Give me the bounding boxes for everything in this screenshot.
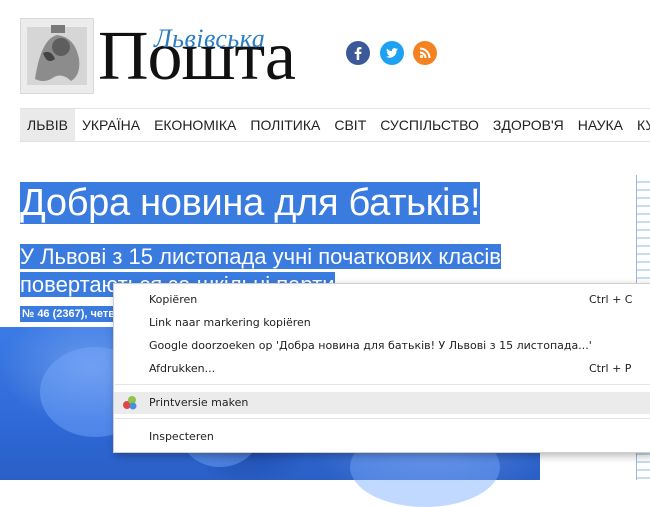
menu-item-copy-link[interactable]: Link naar markering kopiëren bbox=[114, 312, 650, 334]
menu-separator bbox=[115, 384, 650, 385]
menu-item-print[interactable]: Afdrukken... Ctrl + P bbox=[114, 358, 650, 380]
nav-item-culture[interactable]: КУЛЬ bbox=[630, 109, 650, 141]
nav-item-economics[interactable]: ЕКОНОМІКА bbox=[147, 109, 243, 141]
menu-item-inspect-label: Inspecteren bbox=[149, 430, 214, 443]
menu-item-inspect[interactable]: Inspecteren bbox=[114, 426, 650, 448]
twitter-icon[interactable] bbox=[380, 41, 404, 65]
menu-item-google-search-label: Google doorzoeken op 'Добра новина для б… bbox=[149, 339, 592, 352]
nav-item-lviv[interactable]: ЛЬВІВ bbox=[20, 109, 75, 141]
menu-item-copy-label: Kopiëren bbox=[149, 293, 198, 306]
print-friendly-extension-icon bbox=[122, 395, 138, 411]
menu-item-google-search[interactable]: Google doorzoeken op 'Добра новина для б… bbox=[114, 335, 650, 357]
menu-item-copy-link-label: Link naar markering kopiëren bbox=[149, 316, 311, 329]
facebook-icon[interactable] bbox=[346, 41, 370, 65]
main-nav: ЛЬВІВ УКРАЇНА ЕКОНОМІКА ПОЛІТИКА СВІТ СУ… bbox=[20, 108, 650, 142]
nav-item-ukraine[interactable]: УКРАЇНА bbox=[75, 109, 147, 141]
nav-item-politics[interactable]: ПОЛІТИКА bbox=[243, 109, 327, 141]
lion-crest-icon bbox=[27, 25, 87, 85]
nav-item-society[interactable]: СУСПІЛЬСТВО bbox=[373, 109, 486, 141]
nav-item-world[interactable]: СВІТ bbox=[327, 109, 373, 141]
menu-item-print-version-label: Printversie maken bbox=[149, 396, 249, 409]
menu-item-print-label: Afdrukken... bbox=[149, 362, 216, 375]
article-title: Добра новина для батьків! bbox=[20, 180, 481, 226]
menu-item-copy[interactable]: Kopiëren Ctrl + C bbox=[114, 289, 650, 311]
lion-emblem-logo[interactable] bbox=[20, 18, 94, 94]
context-menu: Kopiëren Ctrl + C Link naar markering ko… bbox=[113, 283, 650, 453]
nav-item-health[interactable]: ЗДОРОВ'Я bbox=[486, 109, 571, 141]
site-logo-subtitle[interactable]: Львівська bbox=[154, 24, 265, 54]
article-issue-meta: № 46 (2367), четв bbox=[20, 306, 118, 322]
menu-item-print-version[interactable]: Printversie maken bbox=[114, 392, 650, 414]
rss-icon[interactable] bbox=[413, 41, 437, 65]
article-title-text: Добра новина для батьків! bbox=[20, 182, 481, 224]
nav-item-science[interactable]: НАУКА bbox=[571, 109, 630, 141]
menu-separator bbox=[115, 418, 650, 419]
menu-item-print-shortcut: Ctrl + P bbox=[589, 362, 632, 375]
menu-item-copy-shortcut: Ctrl + C bbox=[589, 293, 633, 306]
